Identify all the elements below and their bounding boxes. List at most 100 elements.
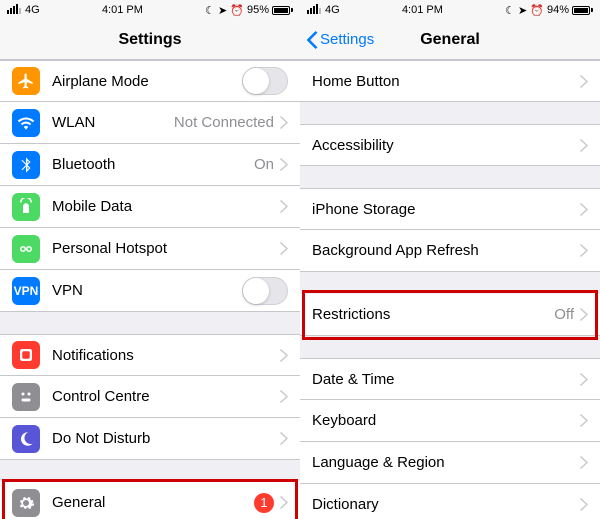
chevron-right-icon [280,200,288,213]
chevron-right-icon [580,414,588,427]
row-label: Language & Region [312,454,580,471]
row-detail: Off [554,306,574,323]
row-label: Restrictions [312,306,554,323]
chevron-right-icon [280,496,288,509]
chevron-right-icon [280,116,288,129]
row-keyboard[interactable]: Keyboard [300,400,600,442]
notifications-icon [12,341,40,369]
row-background-app-refresh[interactable]: Background App Refresh [300,230,600,272]
vpn-icon: VPN [12,277,40,305]
moon-icon [12,425,40,453]
row-detail: On [254,156,274,173]
row-label: Personal Hotspot [52,240,280,257]
battery-icon [572,6,593,15]
back-button[interactable]: Settings [306,31,374,49]
row-airplane-mode[interactable]: Airplane Mode [0,60,300,102]
hotspot-icon [12,235,40,263]
row-label: Bluetooth [52,156,254,173]
nav-title: General [420,31,480,49]
status-time: 4:01 PM [402,4,443,16]
row-label: Background App Refresh [312,242,580,259]
gear-icon [12,489,40,517]
row-dictionary[interactable]: Dictionary [300,484,600,519]
row-iphone-storage[interactable]: iPhone Storage [300,188,600,230]
row-wlan[interactable]: WLAN Not Connected [0,102,300,144]
location-icon: ➤ [218,4,227,17]
row-general[interactable]: General 1 [0,482,300,519]
back-label: Settings [320,31,374,48]
nav-title: Settings [118,31,181,49]
row-notifications[interactable]: Notifications [0,334,300,376]
status-right: ☾ ➤ ⏰ 95% [205,4,293,17]
chevron-right-icon [580,139,588,152]
control-centre-icon [12,383,40,411]
row-label: General [52,494,254,511]
settings-root-panel: 4G 4:01 PM ☾ ➤ ⏰ 95% Settings Airplane M… [0,0,300,519]
row-label: Accessibility [312,137,580,154]
status-bar: 4G 4:01 PM ☾ ➤ ⏰ 94% [300,0,600,20]
chevron-right-icon [280,390,288,403]
general-panel: 4G 4:01 PM ☾ ➤ ⏰ 94% Settings General Ho… [300,0,600,519]
chevron-right-icon [580,308,588,321]
row-label: Dictionary [312,496,580,513]
battery-icon [272,6,293,15]
wifi-icon [12,109,40,137]
chevron-right-icon [580,203,588,216]
chevron-right-icon [280,158,288,171]
chevron-right-icon [280,432,288,445]
chevron-right-icon [580,75,588,88]
location-icon: ➤ [518,4,527,17]
chevron-left-icon [306,31,318,49]
row-label: Airplane Mode [52,73,242,90]
status-right: ☾ ➤ ⏰ 94% [505,4,593,17]
row-restrictions[interactable]: Restrictions Off [300,294,600,336]
carrier-label: 4G [25,4,40,16]
airplane-icon [12,67,40,95]
row-label: Home Button [312,73,580,90]
chevron-right-icon [580,373,588,386]
row-personal-hotspot[interactable]: Personal Hotspot [0,228,300,270]
battery-percent: 94% [547,4,569,16]
alarm-icon: ⏰ [530,4,544,17]
row-mobile-data[interactable]: Mobile Data [0,186,300,228]
signal-carrier: 4G [7,4,40,17]
nav-bar: Settings General [300,20,600,60]
signal-bars-icon [7,4,22,17]
general-badge: 1 [254,493,274,513]
row-label: VPN [52,282,242,299]
row-vpn[interactable]: VPN VPN [0,270,300,312]
do-not-disturb-icon: ☾ [205,4,215,17]
chevron-right-icon [580,456,588,469]
signal-carrier: 4G [307,4,340,17]
row-label: WLAN [52,114,174,131]
carrier-label: 4G [325,4,340,16]
signal-bars-icon [307,4,322,17]
row-label: Keyboard [312,412,580,429]
airplane-toggle[interactable] [242,67,288,95]
chevron-right-icon [580,498,588,511]
row-date-time[interactable]: Date & Time [300,358,600,400]
row-do-not-disturb[interactable]: Do Not Disturb [0,418,300,460]
row-home-button[interactable]: Home Button [300,60,600,102]
bluetooth-icon [12,151,40,179]
chevron-right-icon [280,242,288,255]
row-language-region[interactable]: Language & Region [300,442,600,484]
row-label: Do Not Disturb [52,430,280,447]
do-not-disturb-icon: ☾ [505,4,515,17]
status-time: 4:01 PM [102,4,143,16]
row-label: Mobile Data [52,198,280,215]
row-detail: Not Connected [174,114,274,131]
chevron-right-icon [580,244,588,257]
nav-bar: Settings [0,20,300,60]
row-label: Date & Time [312,371,580,388]
battery-percent: 95% [247,4,269,16]
row-control-centre[interactable]: Control Centre [0,376,300,418]
row-accessibility[interactable]: Accessibility [300,124,600,166]
vpn-toggle[interactable] [242,277,288,305]
row-label: iPhone Storage [312,201,580,218]
row-bluetooth[interactable]: Bluetooth On [0,144,300,186]
alarm-icon: ⏰ [230,4,244,17]
status-bar: 4G 4:01 PM ☾ ➤ ⏰ 95% [0,0,300,20]
row-label: Control Centre [52,388,280,405]
cellular-icon [12,193,40,221]
